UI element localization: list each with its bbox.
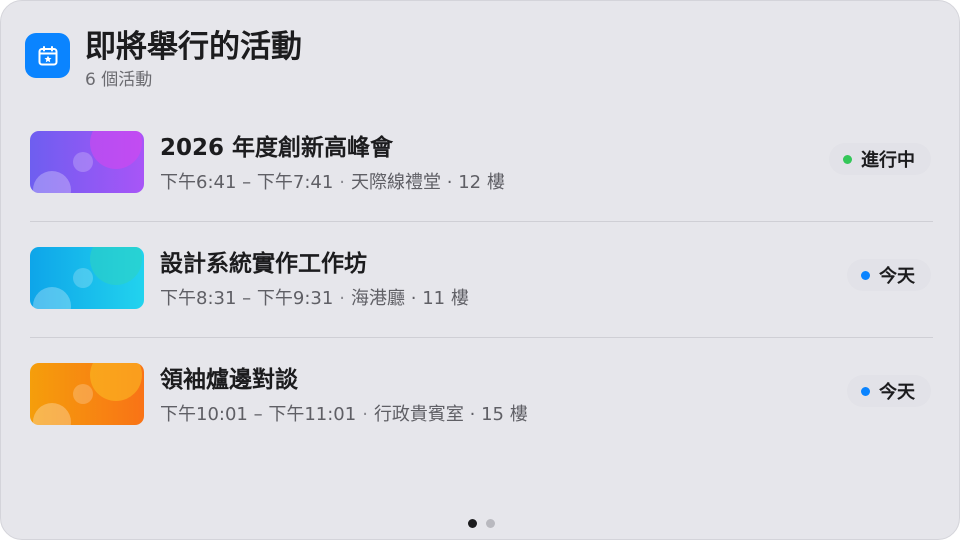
event-thumbnail xyxy=(30,131,144,193)
event-location: 行政貴賓室 · 15 樓 xyxy=(373,404,528,425)
event-row[interactable]: 設計系統實作工作坊 下午8:31 – 下午9:31 · 海港廳 · 11 樓 今天 xyxy=(30,221,933,337)
event-title: 2026 年度創新高峰會 xyxy=(160,135,394,161)
status-label: 今天 xyxy=(879,382,915,403)
upcoming-events-widget[interactable]: 即將舉行的活動 6 個活動 2026 年度創新高峰會 下午6:41 – 下午7:… xyxy=(0,0,960,540)
event-meta: 下午8:31 – 下午9:31 · 海港廳 · 11 樓 xyxy=(160,284,469,310)
event-location: 天際線禮堂 · 12 樓 xyxy=(351,172,505,193)
event-meta: 下午10:01 – 下午11:01 · 行政貴賓室 · 15 樓 xyxy=(160,400,528,426)
event-meta: 下午6:41 – 下午7:41 · 天際線禮堂 · 12 樓 xyxy=(160,168,505,194)
event-thumbnail xyxy=(30,247,144,309)
page-dot[interactable] xyxy=(486,519,495,528)
event-title: 設計系統實作工作坊 xyxy=(160,251,367,277)
event-title: 領袖爐邊對談 xyxy=(160,367,298,393)
event-thumbnail xyxy=(30,363,144,425)
event-time: 下午10:01 – 下午11:01 xyxy=(160,404,357,425)
status-badge: 今天 xyxy=(847,259,931,291)
status-dot-icon xyxy=(861,386,870,396)
meta-separator: · xyxy=(339,172,346,193)
event-time: 下午8:31 – 下午9:31 xyxy=(160,288,334,309)
event-location: 海港廳 · 11 樓 xyxy=(351,288,469,309)
event-count: 6 個活動 xyxy=(85,70,153,90)
status-badge: 進行中 xyxy=(829,143,931,175)
status-label: 今天 xyxy=(879,266,915,287)
widget-title: 即將舉行的活動 xyxy=(85,29,302,65)
status-dot-icon xyxy=(843,154,852,164)
event-time: 下午6:41 – 下午7:41 xyxy=(160,172,334,193)
page-indicator[interactable] xyxy=(468,519,495,528)
status-label: 進行中 xyxy=(861,150,915,171)
page-dot[interactable] xyxy=(468,519,477,528)
meta-separator: · xyxy=(339,288,346,309)
event-row[interactable]: 領袖爐邊對談 下午10:01 – 下午11:01 · 行政貴賓室 · 15 樓 今天 xyxy=(30,337,933,453)
meta-separator: · xyxy=(362,404,368,425)
status-badge: 今天 xyxy=(847,375,931,407)
event-row[interactable]: 2026 年度創新高峰會 下午6:41 – 下午7:41 · 天際線禮堂 · 12 … xyxy=(30,105,933,221)
event-list: 2026 年度創新高峰會 下午6:41 – 下午7:41 · 天際線禮堂 · 12 … xyxy=(30,105,933,453)
calendar-star-icon xyxy=(25,33,70,78)
status-dot-icon xyxy=(861,270,870,280)
